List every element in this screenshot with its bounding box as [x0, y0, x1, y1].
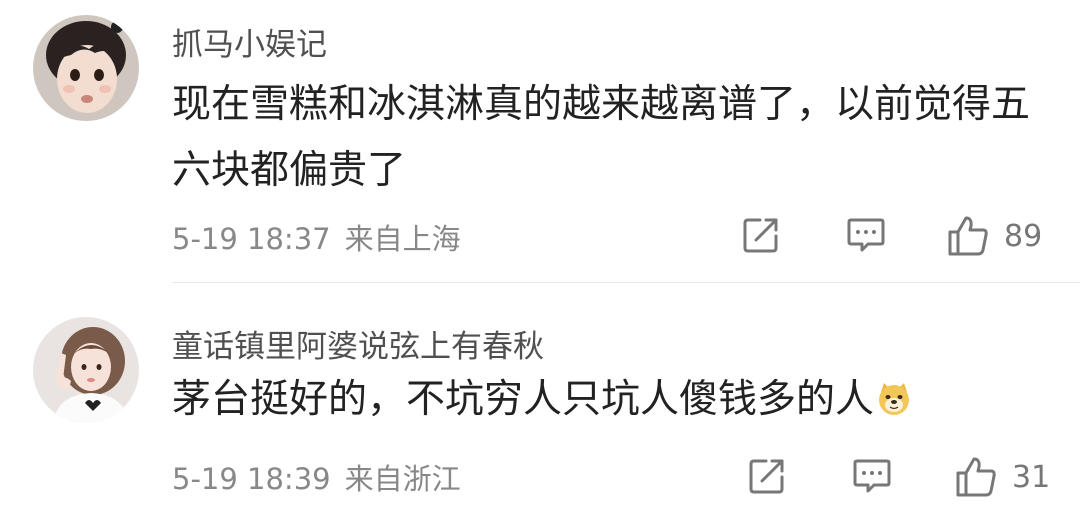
username[interactable]: 童话镇里阿婆说弦上有春秋 [172, 321, 544, 366]
share-icon [749, 459, 784, 494]
comment-text: 茅台挺好的，不坑穷人只坑人傻钱多的人 [172, 367, 1042, 433]
share-button[interactable] [746, 455, 788, 497]
thumbs-up-icon [948, 216, 988, 256]
like-button[interactable]: 31 [954, 455, 1050, 499]
share-button[interactable] [740, 214, 782, 256]
comment-meta: 5-19 18:37 来自上海 [172, 216, 461, 258]
comment-icon [847, 218, 885, 252]
like-count: 31 [1012, 459, 1051, 495]
user-avatar[interactable] [33, 15, 139, 121]
comment-text-body: 茅台挺好的，不坑穷人只坑人傻钱多的人 [172, 377, 875, 422]
comment-icon [853, 459, 891, 493]
comment-location: 来自浙江 [344, 462, 461, 496]
comment-item: 抓马小娱记 现在雪糕和冰淇淋真的越来越离谱了，以前觉得五六块都偏贵了 5-19 … [0, 0, 1080, 282]
reply-button[interactable] [852, 455, 892, 495]
comment-item: 童话镇里阿婆说弦上有春秋 茅台挺好的，不坑穷人只坑人傻钱多的人 5-19 18:… [0, 283, 1080, 526]
username[interactable]: 抓马小娱记 [172, 19, 327, 64]
comment-meta: 5-19 18:39 来自浙江 [172, 456, 461, 498]
child-avatar-photo [33, 15, 139, 121]
comment-date: 5-19 18:39 [172, 462, 331, 496]
share-icon [743, 218, 778, 253]
thumbs-up-icon [956, 457, 996, 497]
comment-text: 现在雪糕和冰淇淋真的越来越离谱了，以前觉得五六块都偏贵了 [172, 82, 1031, 193]
girl-avatar-photo [33, 317, 139, 423]
reply-button[interactable] [846, 214, 886, 254]
comment-date: 5-19 18:37 [172, 222, 331, 256]
doge-emoji-icon [879, 383, 910, 415]
like-count: 89 [1004, 218, 1043, 254]
user-avatar[interactable] [33, 317, 139, 423]
doge-emoji [876, 371, 912, 415]
comment-location: 来自上海 [344, 222, 461, 256]
like-button[interactable]: 89 [946, 214, 1042, 258]
